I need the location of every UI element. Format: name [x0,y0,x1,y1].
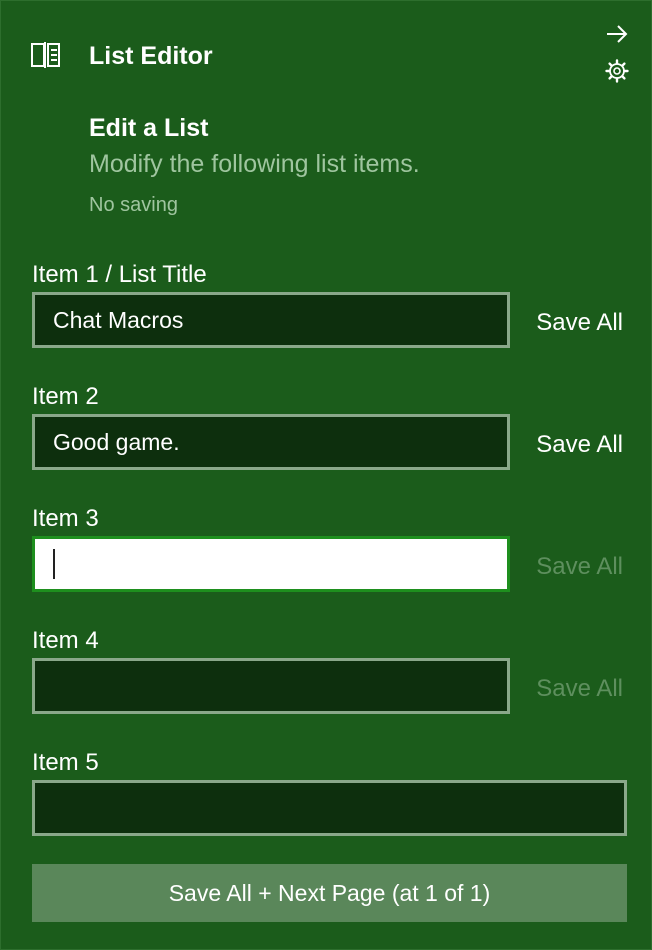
item-3-save-all-button[interactable]: Save All [536,553,623,581]
item-5-input[interactable] [32,780,627,836]
item-2-value: Good game. [53,429,180,455]
section-title: Edit a List [89,114,209,142]
field-label-item-5: Item 5 [32,749,99,776]
item-4-input[interactable] [32,658,510,714]
list-book-icon [31,41,61,69]
list-editor-panel: List Editor Edit a List Modify the follo… [0,0,652,950]
text-caret [53,548,55,579]
field-label-item-4: Item 4 [32,627,99,654]
item-1-value: Chat Macros [53,307,184,333]
arrow-right-icon[interactable] [605,23,629,45]
section-note: No saving [89,194,178,216]
gear-icon[interactable] [605,59,629,83]
item-2-save-all-button[interactable]: Save All [536,431,623,459]
save-all-next-page-button[interactable]: Save All + Next Page (at 1 of 1) [32,864,627,922]
item-3-input[interactable] [32,536,510,592]
field-label-item-1: Item 1 / List Title [32,261,207,288]
item-1-save-all-button[interactable]: Save All [536,309,623,337]
item-1-input[interactable]: Chat Macros [32,292,510,348]
item-4-save-all-button[interactable]: Save All [536,675,623,703]
item-2-input[interactable]: Good game. [32,414,510,470]
field-label-item-2: Item 2 [32,383,99,410]
section-description: Modify the following list items. [89,150,420,178]
app-title: List Editor [89,42,213,70]
field-label-item-3: Item 3 [32,505,99,532]
